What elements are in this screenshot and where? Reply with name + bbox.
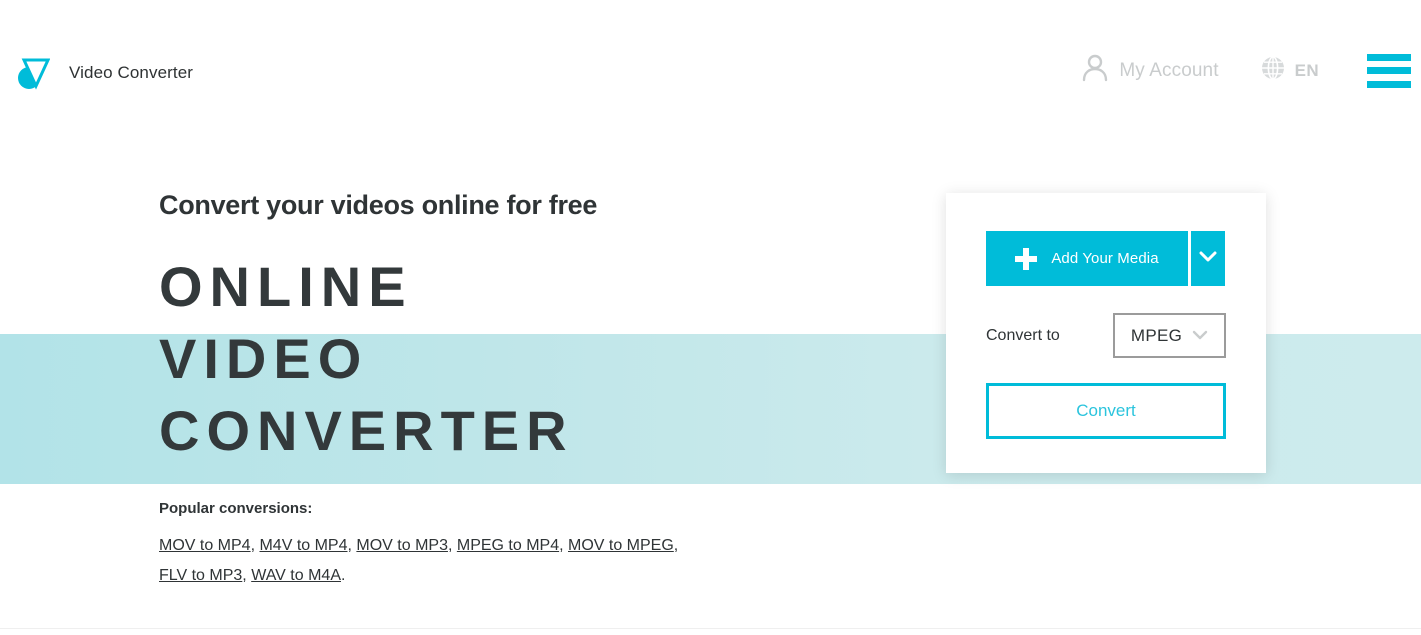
popular-conversions-heading: Popular conversions: bbox=[159, 500, 313, 517]
hamburger-menu-icon[interactable] bbox=[1367, 53, 1411, 88]
convert-button-label: Convert bbox=[1076, 401, 1136, 420]
popular-conversions: Popular conversions: MOV to MP4, M4V to … bbox=[159, 500, 689, 591]
hamburger-bar bbox=[1367, 80, 1411, 88]
globe-icon bbox=[1261, 56, 1285, 85]
chevron-down-icon bbox=[1192, 330, 1208, 341]
popular-conversion-link[interactable]: MOV to MP4 bbox=[159, 537, 251, 554]
convert-to-label: Convert to bbox=[986, 326, 1060, 344]
convert-button[interactable]: Convert bbox=[986, 383, 1226, 439]
page-title: ONLINE VIDEO CONVERTER bbox=[159, 251, 597, 467]
hero-title-line-1: ONLINE bbox=[159, 255, 413, 318]
popular-conversion-link[interactable]: MOV to MPEG bbox=[568, 537, 674, 554]
language-label: EN bbox=[1294, 60, 1319, 80]
hero-section: Convert your videos online for free ONLI… bbox=[159, 190, 597, 467]
add-media-dropdown-toggle[interactable] bbox=[1191, 231, 1225, 286]
add-your-media-label: Add Your Media bbox=[1051, 250, 1159, 267]
popular-conversion-link[interactable]: WAV to M4A bbox=[251, 567, 341, 584]
hamburger-bar bbox=[1367, 53, 1411, 61]
person-icon bbox=[1081, 53, 1109, 88]
my-account-link[interactable]: My Account bbox=[1081, 53, 1218, 88]
plus-icon bbox=[1015, 247, 1038, 270]
site-header: Video Converter My Account EN bbox=[0, 0, 1421, 150]
page-root: Video Converter My Account EN Convert yo… bbox=[0, 0, 1421, 635]
link-separator: , bbox=[559, 537, 568, 554]
triangle-circle-logo-icon bbox=[18, 55, 51, 91]
brand-name-label: Video Converter bbox=[69, 63, 194, 82]
footer-divider bbox=[0, 628, 1421, 629]
converter-card: Add Your Media Convert to MPEG Convert bbox=[946, 193, 1266, 473]
convert-to-row: Convert to MPEG bbox=[986, 313, 1226, 358]
hero-title-line-3: CONVERTER bbox=[159, 399, 574, 462]
popular-conversion-link[interactable]: M4V to MP4 bbox=[259, 537, 347, 554]
header-actions: My Account EN bbox=[1081, 53, 1411, 88]
language-selector[interactable]: EN bbox=[1261, 56, 1319, 85]
popular-conversion-link[interactable]: FLV to MP3 bbox=[159, 567, 242, 584]
popular-conversion-link[interactable]: MPEG to MP4 bbox=[457, 537, 559, 554]
hero-kicker: Convert your videos online for free bbox=[159, 190, 598, 220]
output-format-select[interactable]: MPEG bbox=[1113, 313, 1226, 358]
chevron-down-icon bbox=[1199, 250, 1217, 268]
brand-logo-link[interactable]: Video Converter bbox=[18, 55, 193, 91]
hero-title-line-2: VIDEO bbox=[159, 327, 369, 390]
hamburger-bar bbox=[1367, 67, 1411, 74]
popular-conversion-link[interactable]: MOV to MP3 bbox=[356, 537, 448, 554]
link-separator: , bbox=[242, 567, 252, 584]
output-format-value: MPEG bbox=[1130, 325, 1183, 345]
link-separator: , bbox=[447, 537, 457, 554]
popular-conversions-links: MOV to MP4, M4V to MP4, MOV to MP3, MPEG… bbox=[159, 531, 689, 591]
add-media-row: Add Your Media bbox=[986, 231, 1225, 286]
link-separator: . bbox=[340, 567, 346, 584]
link-separator: , bbox=[673, 537, 679, 554]
add-your-media-button[interactable]: Add Your Media bbox=[986, 231, 1188, 286]
my-account-label: My Account bbox=[1119, 59, 1219, 81]
